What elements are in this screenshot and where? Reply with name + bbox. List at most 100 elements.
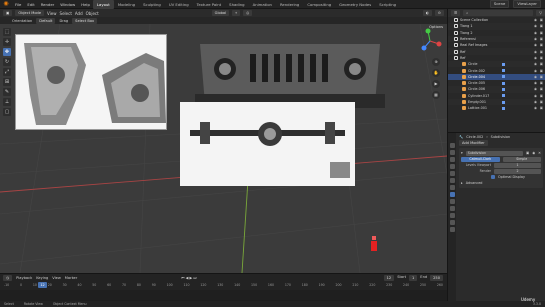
render-camera-icon[interactable]: ▣ [540,69,543,73]
optimal-display-checkbox[interactable] [491,175,495,179]
knuckle-reference-image[interactable] [15,34,167,130]
render-camera-icon[interactable]: ▣ [540,56,543,60]
advanced-expand-icon[interactable]: ▸ [461,181,463,185]
scene-tab-icon[interactable] [449,171,455,176]
marker-menu[interactable]: Marker [65,276,77,280]
visibility-eye-icon[interactable]: ◉ [534,31,537,35]
workspace-tab-scripting[interactable]: Scripting [375,0,400,9]
visibility-eye-icon[interactable]: ◉ [534,18,537,22]
output-tab-icon[interactable] [449,157,455,162]
start-frame-field[interactable]: 1 [409,275,418,281]
render-camera-icon[interactable]: ▣ [540,106,543,110]
visibility-eye-icon[interactable]: ◉ [534,106,537,110]
view-layer-selector[interactable]: ViewLayer [513,0,541,8]
render-camera-icon[interactable]: ▣ [540,100,543,104]
menu-help[interactable]: Help [78,0,93,9]
object-menu[interactable]: Object [86,11,99,16]
play-controls-icon[interactable]: ⏮ ◀ ▶ ⏭ [181,276,196,280]
render-camera-icon[interactable]: ▣ [540,50,543,54]
workspace-tab-geometry-nodes[interactable]: Geometry Nodes [335,0,375,9]
menu-file[interactable]: File [12,0,24,9]
zoom-icon[interactable]: ⊕ [432,58,440,66]
remove-modifier-icon[interactable]: ✕ [538,151,541,155]
material-tab-icon[interactable] [449,227,455,232]
visibility-eye-icon[interactable]: ◉ [534,81,537,85]
playhead[interactable]: 12 [38,282,47,288]
menu-edit[interactable]: Edit [24,0,37,9]
filter-icon[interactable]: ▽ [536,10,545,16]
workspace-tab-texture-paint[interactable]: Texture Paint [193,0,226,9]
jeep-front-reference-image[interactable] [190,24,390,114]
workspace-tab-uv-editing[interactable]: UV Editing [165,0,193,9]
playback-menu[interactable]: Playback [16,276,32,280]
workspace-tab-sculpting[interactable]: Sculpting [139,0,165,9]
render-camera-icon[interactable]: ▣ [540,24,543,28]
world-tab-icon[interactable] [449,178,455,183]
object-tab-icon[interactable] [449,185,455,190]
workspace-tab-shading[interactable]: Shading [225,0,248,9]
data-tab-icon[interactable] [449,220,455,225]
viewport-shading-icon[interactable]: ◐ [422,10,432,16]
visibility-eye-icon[interactable]: ◉ [534,37,537,41]
outliner-editor-icon[interactable]: ☰ [451,10,461,16]
render-camera-icon[interactable]: ▣ [540,37,543,41]
timeline-ruler[interactable]: -10 0 10 20 30 40 50 60 70 80 90 100 110… [0,283,447,289]
pan-hand-icon[interactable]: ✋ [432,69,440,77]
render-levels-field[interactable]: 2 [494,168,541,174]
view-menu-timeline[interactable]: View [52,276,61,280]
scene-selector[interactable]: Scene [489,0,510,8]
workspace-tab-compositing[interactable]: Compositing [303,0,335,9]
modifier-tab-icon[interactable] [449,192,455,197]
timeline-editor-icon[interactable]: ◷ [3,275,13,281]
current-frame-field[interactable]: 12 [383,275,395,281]
visibility-eye-icon[interactable]: ◉ [534,94,537,98]
overlays-icon[interactable]: ⊙ [434,10,444,16]
render-tab-icon[interactable] [449,150,455,155]
visibility-eye-icon[interactable]: ◉ [534,87,537,91]
mode-selector[interactable]: Object Mode [15,10,45,16]
drag-selector[interactable]: Select Box [72,17,98,24]
annotate-tool-icon[interactable]: ✎ [3,88,11,96]
simple-button[interactable]: Simple [502,156,541,162]
workspace-tab-animation[interactable]: Animation [249,0,276,9]
add-cube-tool-icon[interactable]: ▢ [3,108,11,116]
select-menu[interactable]: Select [60,11,72,16]
render-camera-icon[interactable]: ▣ [540,94,543,98]
render-toggle-icon[interactable]: ◉ [532,151,535,155]
workspace-tab-layout[interactable]: Layout [92,0,114,9]
particles-tab-icon[interactable] [449,199,455,204]
navigation-gizmo[interactable] [417,28,443,54]
visibility-eye-icon[interactable]: ◉ [534,50,537,54]
visibility-eye-icon[interactable]: ◉ [534,75,537,79]
render-camera-icon[interactable]: ▣ [540,18,543,22]
keying-menu[interactable]: Keying [36,276,48,280]
3d-cursor-object[interactable] [371,236,377,251]
measure-tool-icon[interactable]: ⟂ [3,98,11,106]
catmull-clark-button[interactable]: Catmull-Clark [461,156,500,162]
add-menu[interactable]: Add [75,11,83,16]
visibility-eye-icon[interactable]: ◉ [534,43,537,47]
blender-logo-icon[interactable]: ◉ [2,0,10,8]
outliner-row[interactable]: Lattice.001 ◉ ▣ [448,105,545,111]
camera-view-icon[interactable]: ▶ [432,80,440,88]
menu-render[interactable]: Render [38,0,58,9]
move-tool-icon[interactable]: ✥ [3,48,11,56]
rotate-tool-icon[interactable]: ↻ [3,58,11,66]
render-camera-icon[interactable]: ▣ [540,81,543,85]
3d-viewport[interactable]: ⬚ ✛ ✥ ↻ ⤢ ⊞ ✎ ⟂ ▢ Options ⊕ ✋ ▶ ▦ [0,24,447,273]
scale-tool-icon[interactable]: ⤢ [3,68,11,76]
axle-reference-image[interactable] [180,102,355,186]
advanced-label[interactable]: Advanced [466,181,483,185]
cursor-tool-icon[interactable]: ✛ [3,38,11,46]
view-menu[interactable]: View [47,11,57,16]
tool-tab-icon[interactable] [449,143,455,148]
end-frame-field[interactable]: 250 [430,275,443,281]
view-layer-tab-icon[interactable] [449,164,455,169]
expand-icon[interactable]: ▾ [461,151,463,155]
render-camera-icon[interactable]: ▣ [540,43,543,47]
levels-viewport-field[interactable]: 1 [494,162,541,168]
visibility-eye-icon[interactable]: ◉ [534,56,537,60]
perspective-toggle-icon[interactable]: ▦ [432,91,440,99]
editor-type-icon[interactable]: ▣ [3,10,13,16]
transform-tool-icon[interactable]: ⊞ [3,78,11,86]
